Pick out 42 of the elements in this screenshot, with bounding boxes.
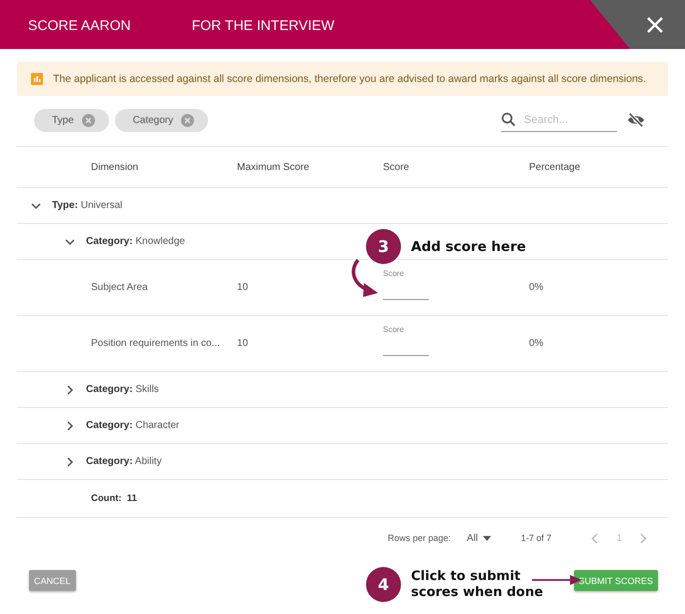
page-range: 1-7 of 7 [520, 533, 552, 543]
group-label: Category: Skills [86, 384, 159, 395]
annotation-text: Add score here [411, 238, 526, 254]
group-label: Category: Ability [86, 456, 162, 467]
table-cell-text: 0% [529, 338, 544, 349]
rows-per-page-select[interactable]: All [466, 532, 491, 544]
rows-per-page-label: Rows per page: [388, 533, 451, 543]
column-header: Dimension [91, 162, 140, 172]
close-icon [646, 16, 664, 34]
chip-label: Category [132, 114, 174, 126]
search-field[interactable]: Search... [524, 114, 614, 126]
column-header: Score [383, 162, 410, 172]
group-label: Category: Character [86, 420, 180, 431]
score-field[interactable]: Score [383, 325, 429, 356]
table-cell-text: 0% [529, 282, 544, 293]
cancel-button[interactable]: CANCEL [29, 570, 76, 591]
table-cell-text: Subject Area [91, 282, 149, 293]
filter-chip[interactable]: Category [114, 108, 208, 132]
column-header: Percentage [529, 162, 582, 172]
annotation-text: Click to submit scores when done [411, 568, 544, 600]
dropdown-caret-icon [482, 536, 491, 540]
filter-chip[interactable]: Type [34, 108, 109, 132]
submit-button[interactable]: SUBMIT SCORES [574, 570, 658, 591]
page-number: 1 [616, 532, 622, 544]
step-badge: 3 [366, 229, 401, 264]
column-header: Maximum Score [237, 162, 310, 172]
chart-icon [31, 73, 43, 85]
table-cell-text: Position requirements in co... [91, 338, 221, 349]
score-field[interactable]: Score [383, 269, 429, 300]
search-icon [501, 112, 516, 127]
step-badge: 4 [366, 567, 401, 602]
table-cell-text: 10 [237, 338, 250, 349]
count-label: Count: 11 [91, 493, 138, 504]
dialog-title: SCORE AARON [28, 16, 131, 32]
chip-label: Type [52, 114, 74, 126]
table-cell-text: 10 [237, 282, 250, 293]
group-label: Category: Knowledge [86, 236, 185, 247]
dialog-subtitle: FOR THE INTERVIEW [192, 16, 334, 32]
group-label: Type: Universal [52, 200, 122, 211]
curved-arrow [350, 258, 380, 298]
alert-text: The applicant is accessed against all score dimensions, therefore you are advised to award marks against all score dimensions. [53, 73, 646, 85]
hidden-eye-icon[interactable] [627, 112, 645, 128]
